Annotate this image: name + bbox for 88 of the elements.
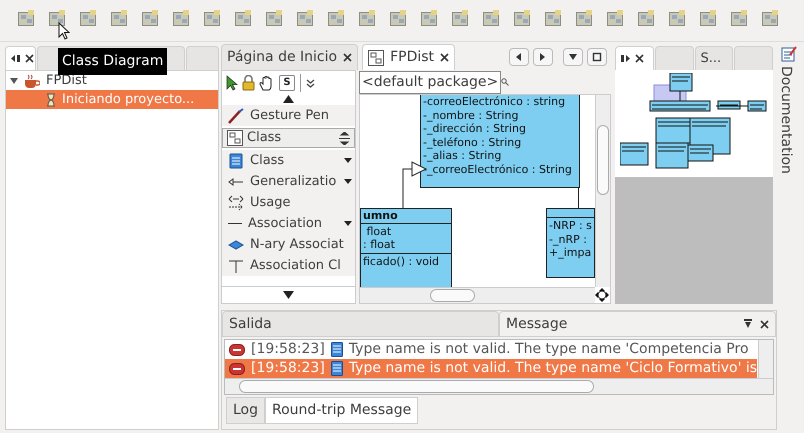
class-diagram-icon <box>368 50 384 66</box>
horizontal-scrollbar[interactable] <box>225 378 774 394</box>
close-icon[interactable] <box>635 54 644 63</box>
attribute-text: -_nombre : String <box>423 108 518 122</box>
class-icon <box>330 342 343 357</box>
palette-item[interactable]: N-ary Associat <box>222 234 355 255</box>
search-icon[interactable] <box>501 78 510 86</box>
shape-button[interactable]: S <box>279 75 295 91</box>
palette-item[interactable]: Class <box>222 150 355 171</box>
pin-icon[interactable] <box>744 319 752 329</box>
message-text: Type name is not valid. The type name 'Competencia Pro <box>348 340 749 359</box>
palette-item[interactable]: Association Cl <box>222 255 355 276</box>
scroll-left-icon[interactable] <box>514 52 524 62</box>
error-icon <box>229 362 245 374</box>
scroll-up-icon[interactable] <box>283 95 294 103</box>
output-tab[interactable]: Round-trip Message <box>265 397 418 424</box>
attribute-text: -_dirección : String <box>423 122 526 136</box>
mouse-pointer-icon <box>58 22 70 40</box>
close-icon[interactable] <box>343 53 352 62</box>
diagram-tool-icon[interactable] <box>49 10 65 26</box>
class-diagram-icon <box>227 130 243 146</box>
coffee-cup-icon <box>24 74 40 88</box>
dropdown-icon[interactable] <box>568 52 578 62</box>
chevron-down-icon[interactable] <box>306 78 315 88</box>
message-time: [19:58:23] <box>251 359 325 378</box>
message-row[interactable]: [19:58:23] Type name is not valid. The type name 'Competencia Pro <box>225 340 758 359</box>
attribute-text: : float <box>363 238 395 252</box>
attribute-text: -correoElectrónico : string <box>423 95 566 108</box>
tooltip: Class Diagram <box>58 48 168 75</box>
horizontal-scrollbar[interactable] <box>360 287 595 303</box>
attribute-text: -_alias : String <box>423 149 502 162</box>
class-box[interactable]: -correoElectrónico : string -_nombre : String -_dirección : String -_teléfono : String -_alias : String -_correoElectrónico : String <box>420 95 580 188</box>
close-icon[interactable] <box>760 320 770 328</box>
attribute-text: -_teléfono : String <box>423 136 522 149</box>
editor-tab[interactable]: Página de Inicio <box>221 44 358 70</box>
maximize-icon[interactable] <box>592 52 602 62</box>
dropdown-arrow-icon[interactable] <box>344 158 352 164</box>
documentation-tab[interactable]: Documentation <box>782 66 796 174</box>
editor-tab[interactable]: FPDist <box>362 44 456 70</box>
attribute-text: -_correoElectrónico : String <box>423 162 572 176</box>
breadcrumb-label[interactable]: <default package> <box>359 70 502 94</box>
minimize-icon[interactable] <box>11 54 21 63</box>
pointer-icon[interactable] <box>226 75 238 91</box>
resize-icon[interactable] <box>339 132 350 144</box>
class-name: umno <box>361 209 451 224</box>
line-icon <box>228 222 242 225</box>
dropdown-arrow-icon[interactable] <box>344 178 352 184</box>
class-box[interactable]: -NRP : s -_nRP : +_impa <box>546 208 595 278</box>
attribute-text: float <box>365 224 392 238</box>
panel-tab[interactable]: S... <box>694 46 734 70</box>
output-tab[interactable]: Salida <box>222 311 500 337</box>
usage-icon <box>228 194 244 210</box>
scroll-down-icon[interactable] <box>283 291 294 299</box>
output-tab[interactable]: Message <box>499 311 776 337</box>
association-class-icon <box>228 258 244 274</box>
dropdown-arrow-icon[interactable] <box>344 220 352 226</box>
error-icon <box>229 344 245 356</box>
palette-item[interactable]: Gesture Pen <box>222 105 355 126</box>
attribute-text: -NRP : s <box>549 219 592 232</box>
method-text: ficado() : void <box>363 254 439 268</box>
class-icon <box>228 152 244 168</box>
hourglass-icon <box>46 92 56 106</box>
association-line <box>578 187 579 209</box>
document-edit-icon[interactable] <box>781 46 797 62</box>
vertical-scrollbar[interactable] <box>758 340 774 378</box>
pen-icon <box>228 108 244 124</box>
close-icon[interactable] <box>440 53 450 62</box>
panel-tab[interactable] <box>615 46 654 70</box>
vertical-scrollbar[interactable] <box>595 95 610 287</box>
palette-item[interactable]: Generalizatio <box>222 171 355 192</box>
class-box[interactable]: umno float : float ficado() : void <box>360 208 452 288</box>
attribute-text: -_nRP : <box>549 232 587 246</box>
close-icon[interactable] <box>25 54 34 63</box>
palette-category[interactable]: Class <box>222 128 355 148</box>
palette-item[interactable]: Usage <box>222 192 355 213</box>
message-time: [19:58:23] <box>251 340 325 359</box>
pan-icon[interactable] <box>595 288 609 302</box>
class-icon <box>330 361 343 376</box>
lock-icon[interactable] <box>242 75 255 91</box>
separator-icon <box>299 74 302 92</box>
expand-icon[interactable] <box>10 76 18 84</box>
message-text: Type name is not valid. The type name 'Ciclo Formativo' is <box>348 359 758 378</box>
diagram-thumbnail-drawing[interactable] <box>620 73 768 171</box>
attribute-text: +_impa <box>549 246 592 260</box>
restore-icon[interactable] <box>621 54 631 63</box>
output-tab[interactable]: Log <box>226 397 266 424</box>
palette-item[interactable]: Association <box>222 213 355 234</box>
panel-tab[interactable] <box>5 46 36 70</box>
